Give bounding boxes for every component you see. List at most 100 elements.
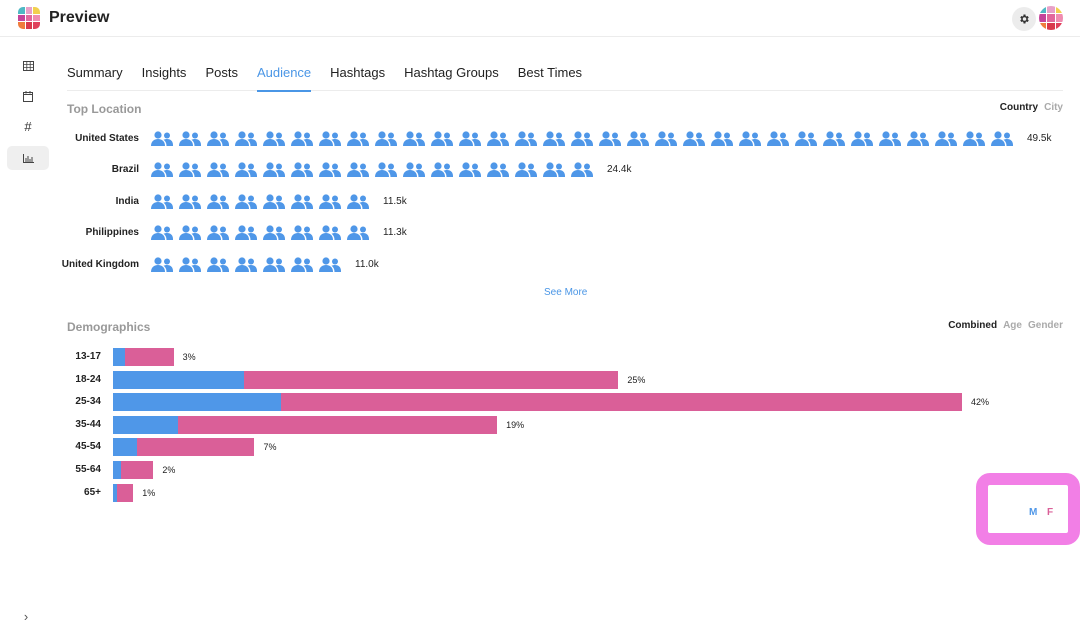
bar-male[interactable]: [113, 348, 126, 366]
avatar[interactable]: [1039, 6, 1063, 30]
people-icon: [207, 161, 235, 177]
tab-best-times[interactable]: Best Times: [518, 56, 582, 91]
toggle-country[interactable]: Country: [1000, 102, 1038, 113]
see-more-link[interactable]: See More: [544, 287, 587, 298]
people-icon: [571, 161, 599, 177]
toggle-city[interactable]: City: [1044, 102, 1063, 113]
bar-female[interactable]: [137, 438, 255, 457]
bar-value-label: 3%: [182, 352, 196, 362]
people-icon: [375, 130, 403, 146]
age-label: 25-34: [75, 396, 101, 408]
logo-tile: [1055, 14, 1063, 22]
grid-icon: [22, 61, 34, 71]
settings-button[interactable]: [1012, 7, 1036, 31]
people-icon: [655, 130, 683, 146]
people-icon: [263, 161, 291, 177]
age-label: 65+: [84, 486, 101, 498]
bar-female[interactable]: [117, 483, 134, 502]
location-icons: [151, 224, 375, 240]
logo-tile: [1047, 22, 1055, 30]
bar-value-label: 42%: [971, 397, 990, 408]
sidebar-expand-button[interactable]: ›: [18, 608, 34, 624]
logo-tile: [1055, 6, 1063, 14]
age-label: 35-44: [75, 418, 101, 430]
people-icon: [291, 161, 319, 177]
people-icon: [963, 130, 991, 146]
gear-icon: [1020, 14, 1029, 24]
toggle-age[interactable]: Age: [1003, 320, 1022, 331]
sidebar-item-grid[interactable]: [7, 54, 49, 78]
sidebar: # ›: [0, 38, 56, 631]
app-title: Preview: [49, 9, 110, 26]
logo-tile: [33, 22, 40, 29]
people-icon: [431, 161, 459, 177]
bar-female[interactable]: [121, 461, 154, 479]
people-icon: [431, 130, 459, 146]
calendar-icon: [23, 90, 33, 102]
people-icon: [347, 193, 375, 209]
bar-male[interactable]: [113, 438, 138, 457]
location-row: United Kingdom 11.0k: [0, 254, 379, 274]
bar-male[interactable]: [113, 415, 178, 434]
people-icon: [151, 224, 179, 240]
people-icon: [375, 161, 403, 177]
people-icon: [263, 224, 291, 240]
people-icon: [179, 193, 207, 209]
people-icon: [487, 161, 515, 177]
people-icon: [683, 130, 711, 146]
people-icon: [263, 130, 291, 146]
location-icons: [151, 130, 1019, 146]
age-label: 55-64: [75, 464, 101, 475]
tab-hashtag-groups[interactable]: Hashtag Groups: [404, 56, 499, 91]
people-icon: [711, 130, 739, 146]
sidebar-item-calendar[interactable]: [7, 84, 49, 108]
tab-bar: Summary Insights Posts Audience Hashtags…: [67, 56, 1063, 92]
people-icon: [571, 130, 599, 146]
tab-hashtags[interactable]: Hashtags: [330, 56, 385, 91]
bar-female[interactable]: [125, 348, 174, 366]
tab-posts[interactable]: Posts: [205, 56, 238, 91]
toggle-combined[interactable]: Combined: [948, 320, 997, 331]
tab-insights[interactable]: Insights: [142, 56, 187, 91]
age-label: 13-17: [75, 351, 101, 362]
bar-value-label: 2%: [162, 465, 176, 475]
people-icon: [291, 224, 319, 240]
people-icon: [403, 130, 431, 146]
people-icon: [935, 130, 963, 146]
location-value: 49.5k: [1027, 132, 1052, 144]
tab-audience[interactable]: Audience: [256, 56, 312, 92]
legend-female: F: [1047, 507, 1054, 518]
people-icon: [515, 161, 543, 177]
people-icon: [235, 193, 263, 209]
location-label: Philippines: [85, 226, 139, 238]
bar-value-label: 7%: [263, 442, 277, 453]
bar-female[interactable]: [244, 370, 619, 389]
logo-tile: [1039, 6, 1047, 14]
bar-female[interactable]: [280, 393, 962, 412]
people-icon: [459, 130, 487, 146]
chevron-right-icon: ›: [23, 608, 29, 624]
location-icons: [151, 161, 599, 177]
people-icon: [207, 130, 235, 146]
logo-tile: [1047, 14, 1055, 22]
bar-female[interactable]: [177, 415, 498, 434]
logo-tile: [1039, 22, 1047, 30]
people-icon: [487, 130, 515, 146]
toggle-gender[interactable]: Gender: [1028, 320, 1063, 331]
bar-male[interactable]: [113, 393, 281, 412]
tab-summary[interactable]: Summary: [67, 56, 123, 91]
people-icon: [515, 130, 543, 146]
bar-male[interactable]: [113, 461, 122, 479]
people-icon: [235, 161, 263, 177]
top-location-title: Top Location: [67, 102, 142, 116]
people-icon: [263, 256, 291, 272]
people-icon: [599, 130, 627, 146]
location-row: Brazil 24.4k: [0, 159, 631, 179]
logo-tile: [1047, 6, 1055, 14]
people-icon: [291, 193, 319, 209]
logo-tile: [18, 14, 25, 22]
location-value: 11.0k: [355, 258, 379, 270]
bar-male[interactable]: [113, 370, 245, 389]
people-icon: [907, 130, 935, 146]
location-row: United States 49.5k: [0, 128, 1051, 148]
